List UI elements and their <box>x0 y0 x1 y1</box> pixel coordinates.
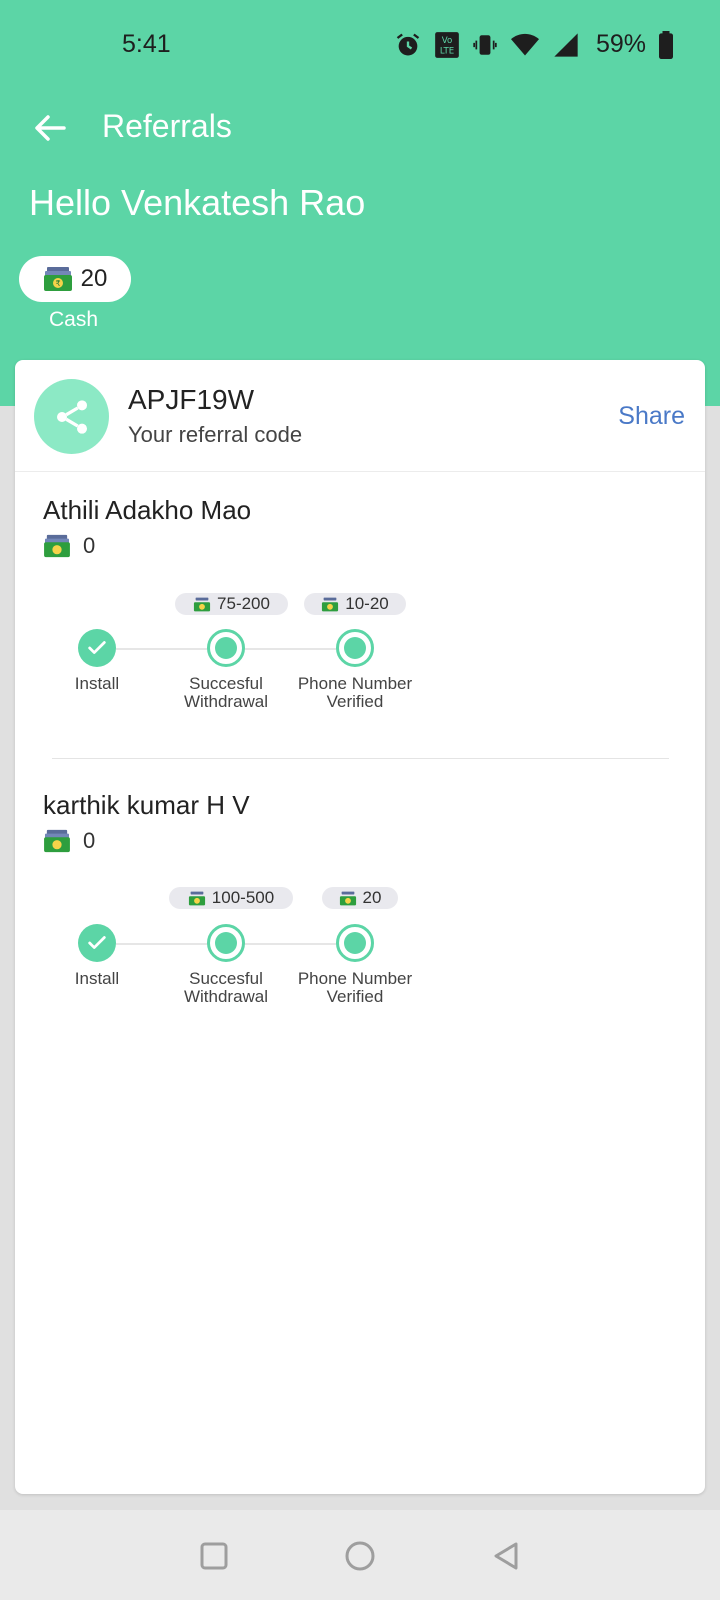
referral-item: Athili Adakho Mao 0 75-200 10-20 Install… <box>15 495 705 745</box>
cash-label: Cash <box>49 308 99 331</box>
step-label-line: Phone Number <box>297 674 413 693</box>
referral-item: karthik kumar H V 0 100-500 20 Install S… <box>15 790 705 1040</box>
wifi-icon <box>510 33 539 55</box>
referral-name: Athili Adakho Mao <box>43 495 252 525</box>
volte-icon: VoLTE <box>435 31 459 58</box>
step-label-line: Succesful <box>189 674 263 693</box>
referral-earned: 0 <box>43 828 95 854</box>
referral-earned-value: 0 <box>83 828 96 853</box>
step-dot <box>215 932 237 954</box>
recents-button[interactable] <box>194 1536 234 1576</box>
cash-icon: ₹ <box>43 267 72 291</box>
step-label-line: Succesful <box>189 969 263 988</box>
alarm-icon <box>396 33 420 55</box>
step-complete <box>78 924 116 962</box>
svg-text:₹: ₹ <box>55 279 60 288</box>
step-pending <box>207 629 245 667</box>
step-dot <box>344 637 366 659</box>
header: 5:41 Vo LTE 59% Referrals Hello Venkatesh… <box>0 0 720 406</box>
step-label-line: Install <box>74 969 120 988</box>
step-complete <box>78 629 116 667</box>
reward-badge: 20 <box>322 887 398 909</box>
cash-icon <box>44 829 70 853</box>
square-icon <box>200 1542 228 1570</box>
battery-icon <box>659 30 673 59</box>
cash-balance-pill[interactable]: ₹ 20 <box>19 256 131 302</box>
share-circle[interactable] <box>34 379 109 454</box>
circle-icon <box>345 1541 375 1571</box>
cash-icon <box>322 597 339 611</box>
app-bar: Referrals <box>0 100 720 156</box>
cash-icon <box>339 891 356 905</box>
reward-badge: 10-20 <box>304 593 406 615</box>
back-button[interactable] <box>486 1536 526 1576</box>
cash-icon <box>44 534 70 558</box>
reward-badge: 75-200 <box>175 593 288 615</box>
reward-badge: 100-500 <box>169 887 293 909</box>
cash-icon <box>188 891 205 905</box>
referral-code: APJF19W <box>128 384 255 415</box>
system-nav-bar <box>0 1510 720 1600</box>
step-label: Succesful Withdrawal <box>166 675 286 711</box>
step-label-line: Verified <box>326 692 384 711</box>
reward-value: 75-200 <box>217 594 270 613</box>
referral-name: karthik kumar H V <box>43 790 250 820</box>
vibrate-icon <box>473 34 497 55</box>
page-title: Referrals <box>102 108 232 144</box>
step-label-line: Withdrawal <box>183 987 269 1006</box>
step-dot <box>215 637 237 659</box>
cash-amount: 20 <box>80 265 108 292</box>
step-pending <box>336 629 374 667</box>
greeting: Hello Venkatesh Rao <box>29 182 366 223</box>
status-icons: Vo LTE 59% <box>394 30 674 59</box>
step-label: Phone Number Verified <box>285 970 425 1006</box>
step-pending <box>207 924 245 962</box>
triangle-back-icon <box>494 1542 518 1570</box>
step-label: Succesful Withdrawal <box>166 970 286 1006</box>
cash-icon <box>193 597 211 611</box>
referral-code-row: APJF19W Your referral code Share <box>15 360 705 472</box>
referral-earned-value: 0 <box>83 533 96 558</box>
step-dot <box>344 932 366 954</box>
check-icon <box>88 936 106 949</box>
step-label: Phone Number Verified <box>285 675 425 711</box>
step-label-line: Withdrawal <box>183 692 269 711</box>
step-label-line: Verified <box>326 987 384 1006</box>
step-label-line: Phone Number <box>297 969 413 988</box>
share-button[interactable]: Share <box>618 402 685 431</box>
svg-text:LTE: LTE <box>440 46 454 56</box>
signal-icon <box>554 32 578 57</box>
reward-value: 100-500 <box>211 888 275 907</box>
reward-value: 20 <box>362 888 382 907</box>
referrals-card: APJF19W Your referral code Share Athili … <box>15 360 705 1494</box>
step-label: Install <box>47 675 147 693</box>
step-pending <box>336 924 374 962</box>
status-time: 5:41 <box>122 30 171 58</box>
step-label: Install <box>47 970 147 988</box>
svg-text:Vo: Vo <box>442 35 453 45</box>
divider <box>52 758 669 759</box>
home-button[interactable] <box>340 1536 380 1576</box>
share-icon <box>56 399 87 434</box>
referral-earned: 0 <box>43 533 95 559</box>
reward-value: 10-20 <box>345 594 389 613</box>
referral-code-label: Your referral code <box>128 422 303 447</box>
status-bar: 5:41 Vo LTE 59% <box>0 24 720 64</box>
check-icon <box>88 641 106 654</box>
battery-percentage: 59% <box>595 30 646 58</box>
step-label-line: Install <box>74 674 120 693</box>
back-arrow-icon[interactable] <box>30 108 70 148</box>
